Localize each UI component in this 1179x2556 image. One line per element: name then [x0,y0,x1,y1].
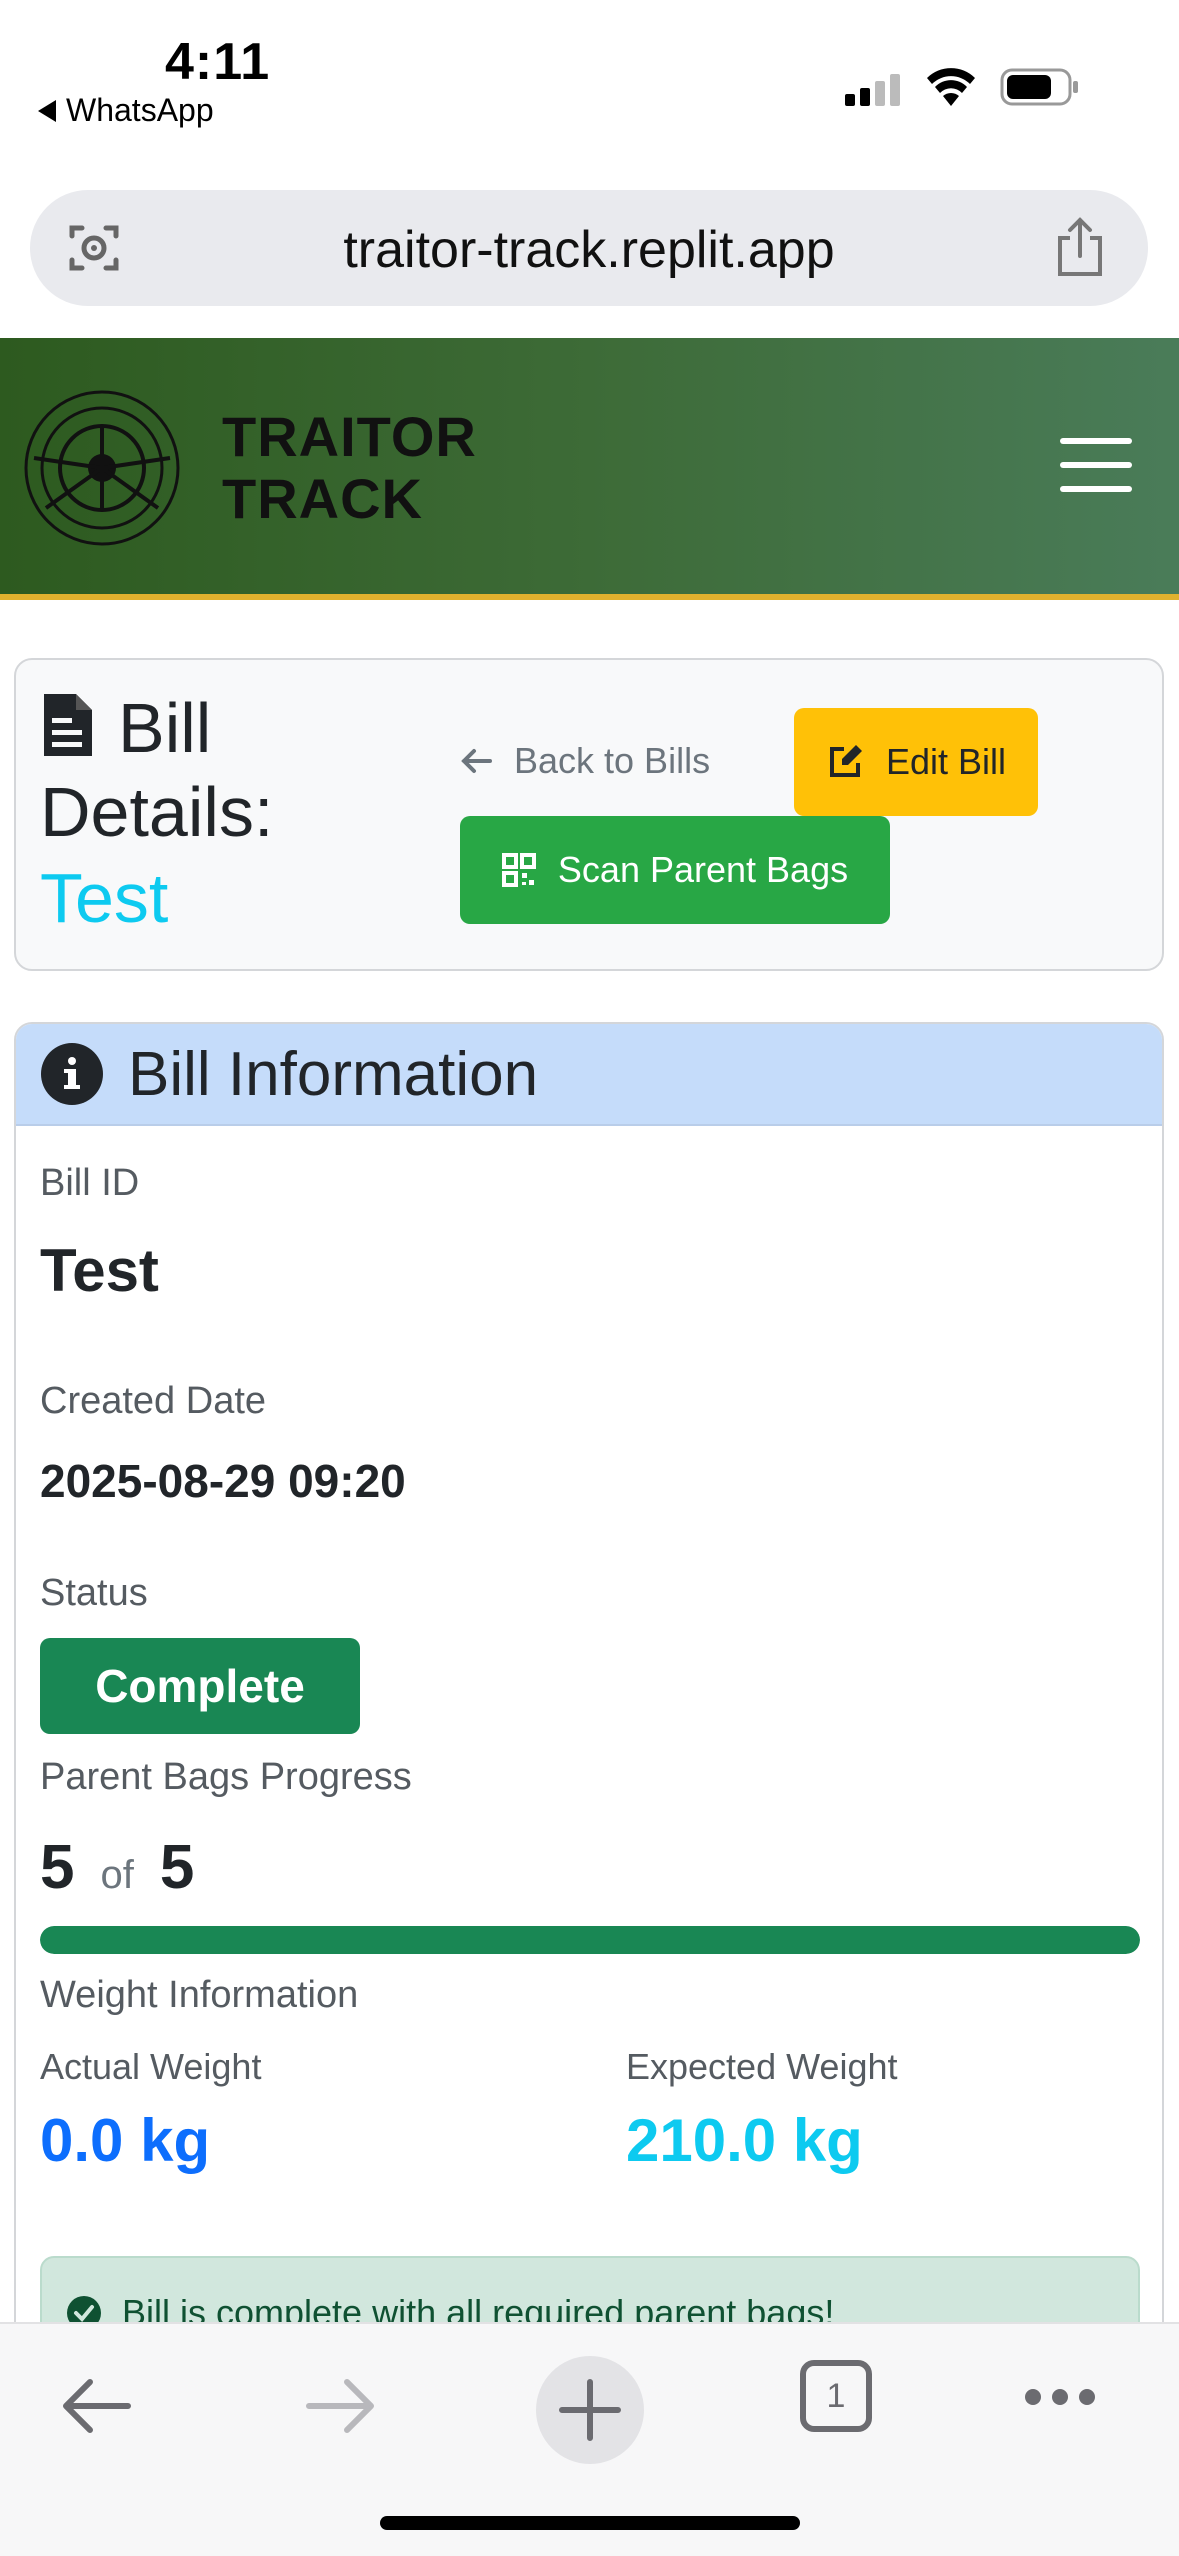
status-time: 4:11 [165,33,271,91]
bill-id-value: Test [40,1237,159,1304]
status-bar: 4:11 WhatsApp [0,0,1179,150]
hamburger-menu-icon[interactable] [1060,438,1132,494]
edit-bill-button[interactable]: Edit Bill [794,708,1038,816]
progress-bar [40,1926,1140,1954]
arrow-left-icon [461,749,492,773]
status-label: Status [40,1572,148,1614]
tab-count: 1 [826,2376,846,2415]
progress-total: 5 [159,1833,195,1902]
back-to-app-link[interactable]: WhatsApp [38,92,214,129]
expected-weight-value: 210.0 kg [626,2107,863,2174]
progress-of: of [100,1853,134,1897]
back-triangle-icon [38,99,56,122]
logo-icon[interactable] [22,388,182,548]
info-circle-icon [41,1043,103,1105]
url-text[interactable]: traitor-track.replit.app [30,220,1148,280]
actual-weight-label: Actual Weight [40,2046,262,2087]
qr-code-icon [501,853,536,887]
back-app-label: WhatsApp [66,92,214,128]
brand-line2: TRACK [222,467,423,530]
expected-weight-label: Expected Weight [626,2046,898,2087]
created-date-value: 2025-08-29 09:20 [40,1455,406,1507]
signal-icon [845,74,900,106]
site-header: TRAITOR TRACK [0,338,1179,600]
weight-information-label: Weight Information [40,1974,359,2016]
progress-bar-fill [40,1926,1140,1954]
edit-bill-label: Edit Bill [885,741,1007,782]
progress-current: 5 [40,1833,75,1902]
status-badge: Complete [40,1638,360,1734]
new-tab-plus-icon [559,2379,621,2441]
page-title-line1: Bill [118,689,212,767]
page-title-line2: Details: [40,773,274,851]
bill-information-header: Bill Information [16,1024,1162,1126]
new-tab-button[interactable] [536,2356,644,2464]
more-icon[interactable] [1024,2388,1096,2406]
share-icon[interactable] [1050,216,1110,278]
battery-icon [1000,68,1078,106]
forward-arrow-icon[interactable] [305,2376,377,2436]
wifi-icon [927,68,975,106]
back-to-bills-link[interactable]: Back to Bills [460,740,710,782]
bill-id-label: Bill ID [40,1162,140,1204]
file-icon [44,694,92,756]
actual-weight-value: 0.0 kg [40,2107,211,2174]
progress-count: 5 of 5 [40,1832,194,1903]
scan-parent-bags-label: Scan Parent Bags [557,849,849,890]
bill-information-card: Bill Information Bill ID Test Created Da… [14,1022,1164,2422]
back-to-bills-label: Back to Bills [514,740,711,781]
brand-line1: TRAITOR [222,405,477,468]
parent-bags-progress-label: Parent Bags Progress [40,1756,412,1798]
scan-parent-bags-button[interactable]: Scan Parent Bags [460,816,890,924]
bill-title-card: Bill Details: Test Back to Bills Edit Bi… [14,658,1164,971]
back-arrow-icon[interactable] [60,2376,132,2436]
address-bar[interactable]: traitor-track.replit.app [30,190,1148,306]
page-title-bill-name: Test [40,859,169,937]
edit-icon [829,745,862,777]
bill-information-title: Bill Information [128,1039,539,1109]
tabs-icon[interactable]: 1 [800,2360,872,2432]
brand-name[interactable]: TRAITOR TRACK [222,406,477,530]
home-indicator [380,2516,800,2530]
created-date-label: Created Date [40,1380,267,1422]
